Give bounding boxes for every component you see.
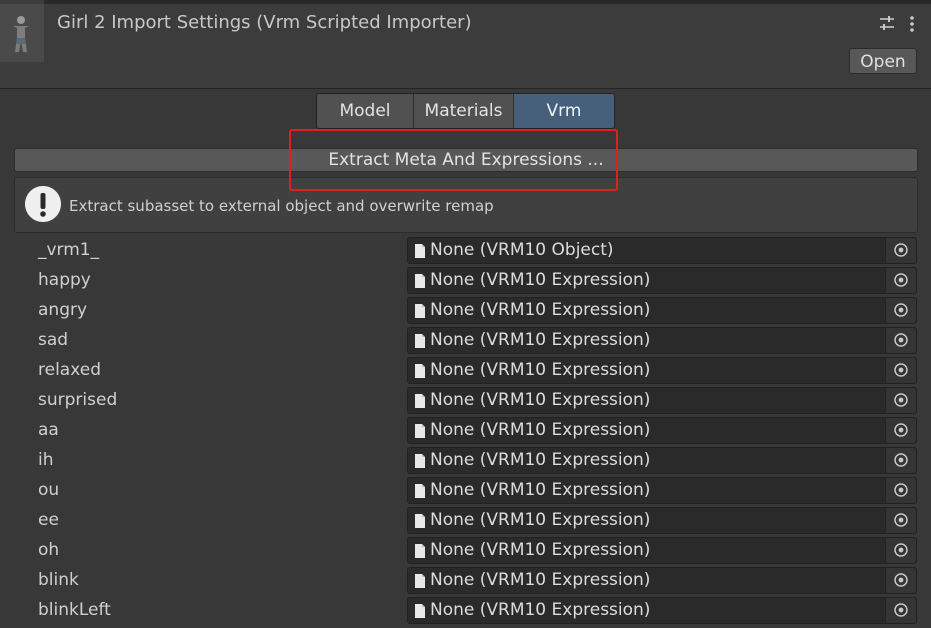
object-field[interactable]: None (VRM10 Expression) [407,597,917,624]
row-label: angry [38,300,88,320]
highlight-box [289,129,618,191]
document-icon [415,574,425,588]
object-field[interactable]: None (VRM10 Expression) [407,567,917,594]
list-item: ih None (VRM10 Expression) [0,446,931,476]
list-item: sad None (VRM10 Expression) [0,326,931,356]
object-picker-icon[interactable] [885,388,916,413]
row-label: ee [38,510,59,530]
document-icon [415,514,425,528]
importer-tabs: Model Materials Vrm [316,93,615,129]
document-icon [415,244,425,258]
row-label: ih [38,450,54,470]
document-icon [415,424,425,438]
field-value: None (VRM10 Expression) [430,450,651,470]
row-label: relaxed [38,360,102,380]
field-value: None (VRM10 Expression) [430,600,651,620]
object-field[interactable]: None (VRM10 Expression) [407,387,917,414]
document-icon [415,484,425,498]
inspector-panel: Girl 2 Import Settings (Vrm Scripted Imp… [0,0,931,628]
row-label: surprised [38,390,118,410]
row-label: happy [38,270,91,290]
row-label: blink [38,570,79,590]
more-vert-icon[interactable] [903,15,921,35]
object-picker-icon[interactable] [885,538,916,563]
object-picker-icon[interactable] [885,268,916,293]
field-value: None (VRM10 Expression) [430,390,651,410]
object-field[interactable]: None (VRM10 Expression) [407,267,917,294]
object-field[interactable]: None (VRM10 Expression) [407,507,917,534]
list-item: surprised None (VRM10 Expression) [0,386,931,416]
document-icon [415,604,425,618]
object-field[interactable]: None (VRM10 Expression) [407,447,917,474]
object-picker-icon[interactable] [885,328,916,353]
object-field[interactable]: None (VRM10 Expression) [407,417,917,444]
tab-model[interactable]: Model [317,94,414,128]
field-value: None (VRM10 Expression) [430,570,651,590]
object-picker-icon[interactable] [885,418,916,443]
object-picker-icon[interactable] [885,598,916,623]
row-label: sad [38,330,69,350]
field-value: None (VRM10 Object) [430,240,614,260]
object-field[interactable]: None (VRM10 Expression) [407,537,917,564]
object-field[interactable]: None (VRM10 Expression) [407,297,917,324]
open-button[interactable]: Open [849,48,917,74]
document-icon [415,454,425,468]
tab-materials[interactable]: Materials [414,94,514,128]
row-label: ou [38,480,60,500]
object-field[interactable]: None (VRM10 Expression) [407,477,917,504]
field-value: None (VRM10 Expression) [430,510,651,530]
object-picker-icon[interactable] [885,568,916,593]
list-item: blinkLeft None (VRM10 Expression) [0,596,931,626]
row-label: oh [38,540,60,560]
top-strip [0,0,931,4]
model-thumbnail-icon [0,4,44,62]
field-value: None (VRM10 Expression) [430,300,651,320]
list-item: aa None (VRM10 Expression) [0,416,931,446]
document-icon [415,544,425,558]
list-item: _vrm1_ None (VRM10 Object) [0,236,931,266]
inspector-header: Girl 2 Import Settings (Vrm Scripted Imp… [0,0,931,89]
object-picker-icon[interactable] [885,448,916,473]
object-picker-icon[interactable] [885,298,916,323]
list-item: ee None (VRM10 Expression) [0,506,931,536]
list-item: ou None (VRM10 Expression) [0,476,931,506]
document-icon [415,394,425,408]
object-field[interactable]: None (VRM10 Object) [407,237,917,264]
object-field[interactable]: None (VRM10 Expression) [407,327,917,354]
field-value: None (VRM10 Expression) [430,540,651,560]
tab-vrm[interactable]: Vrm [514,94,614,128]
settings-sliders-icon[interactable] [878,15,896,35]
field-value: None (VRM10 Expression) [430,360,651,380]
document-icon [415,334,425,348]
object-picker-icon[interactable] [885,358,916,383]
list-item: blink None (VRM10 Expression) [0,566,931,596]
object-picker-icon[interactable] [885,238,916,263]
warning-icon [24,185,62,223]
row-label: _vrm1_ [38,240,100,260]
document-icon [415,304,425,318]
field-value: None (VRM10 Expression) [430,330,651,350]
list-item: relaxed None (VRM10 Expression) [0,356,931,386]
document-icon [415,274,425,288]
object-field[interactable]: None (VRM10 Expression) [407,357,917,384]
field-value: None (VRM10 Expression) [430,270,651,290]
row-label: aa [38,420,59,440]
document-icon [415,364,425,378]
remap-list: _vrm1_ None (VRM10 Object) happy None (V… [0,236,931,626]
list-item: angry None (VRM10 Expression) [0,296,931,326]
object-picker-icon[interactable] [885,478,916,503]
field-value: None (VRM10 Expression) [430,480,651,500]
field-value: None (VRM10 Expression) [430,420,651,440]
list-item: happy None (VRM10 Expression) [0,266,931,296]
page-title: Girl 2 Import Settings (Vrm Scripted Imp… [57,12,472,33]
object-picker-icon[interactable] [885,508,916,533]
help-message: Extract subasset to external object and … [69,197,494,215]
list-item: oh None (VRM10 Expression) [0,536,931,566]
row-label: blinkLeft [38,600,111,620]
